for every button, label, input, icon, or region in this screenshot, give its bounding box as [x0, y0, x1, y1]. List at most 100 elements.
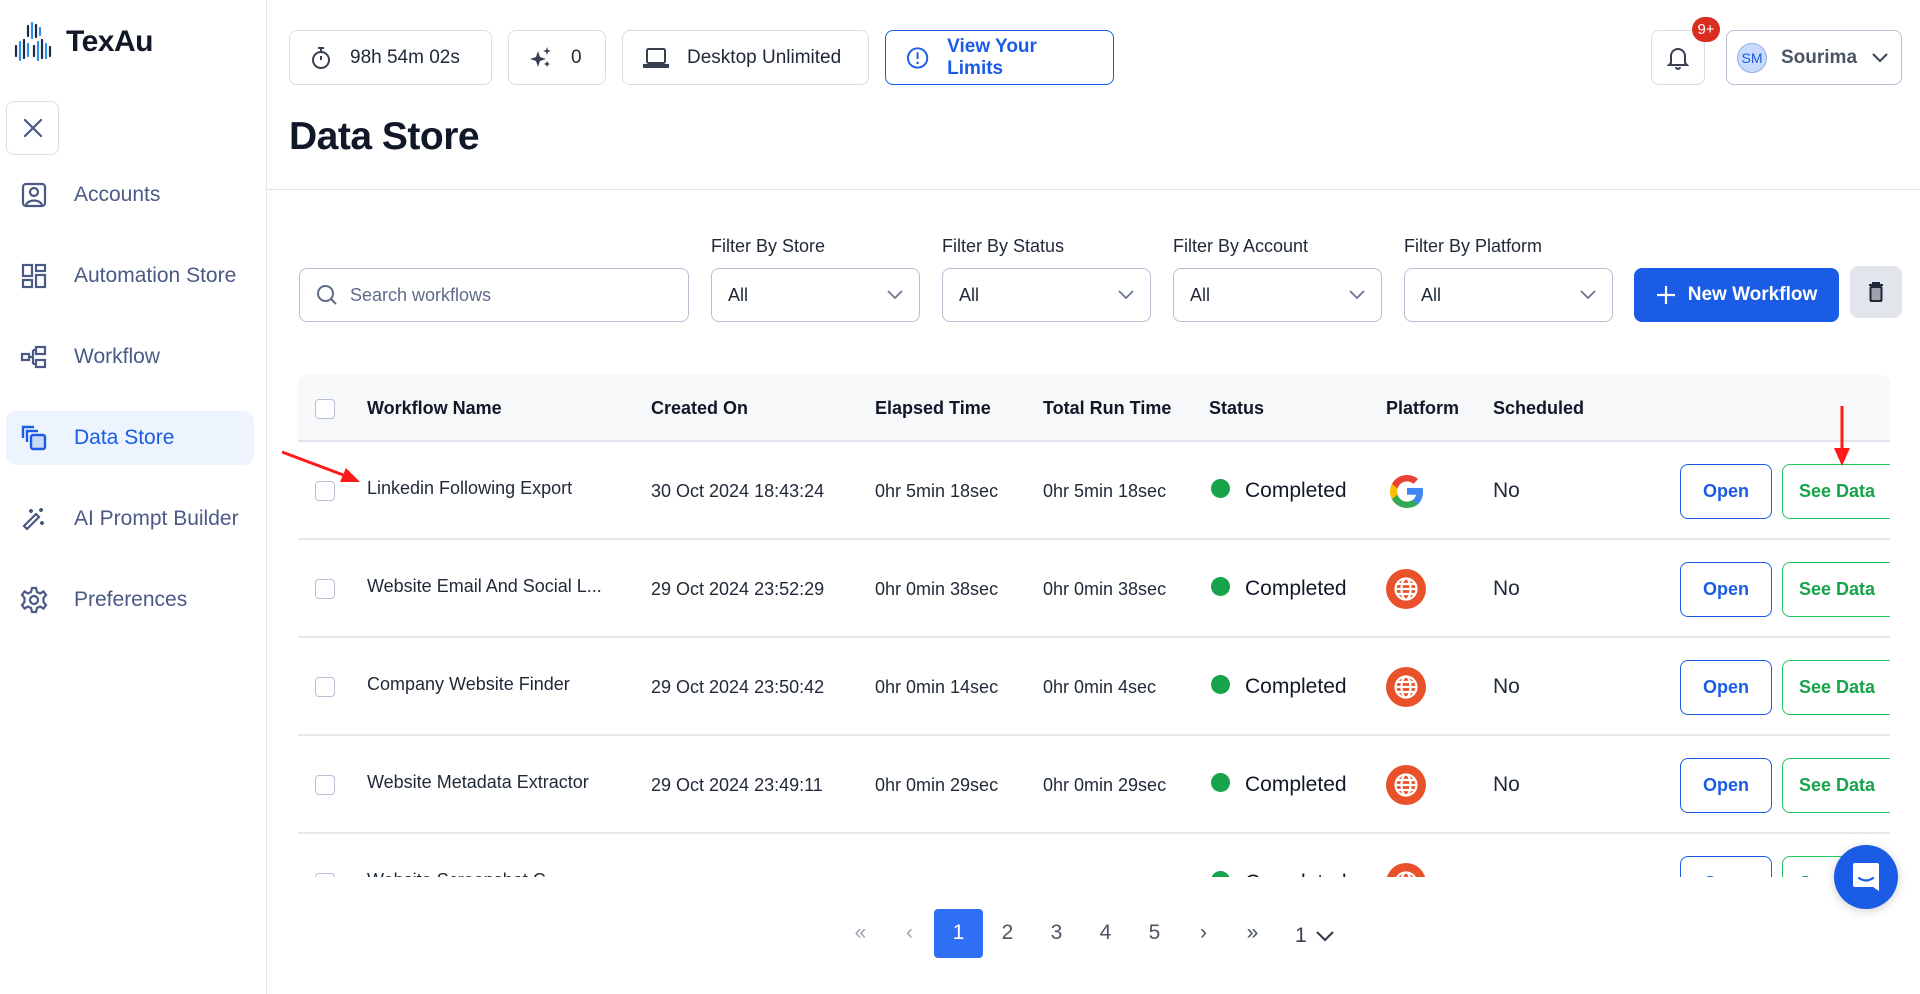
user-name: Sourima	[1781, 46, 1858, 68]
page-button-1[interactable]: 1	[934, 908, 983, 958]
sidebar-item-workflow[interactable]: Workflow	[6, 330, 254, 384]
column-header[interactable]: Workflow Name	[367, 375, 502, 442]
status-text: Completed	[1245, 577, 1347, 600]
info-circle-icon	[906, 46, 929, 69]
workflow-name[interactable]: Website Metadata Extractor	[367, 733, 589, 831]
plan-chip[interactable]: Desktop Unlimited	[622, 30, 869, 85]
chevron-down-icon	[1349, 290, 1365, 300]
new-workflow-label: New Workflow	[1687, 284, 1818, 305]
column-header[interactable]: Scheduled	[1493, 375, 1584, 442]
new-workflow-button[interactable]: New Workflow	[1634, 268, 1839, 322]
filter-status-select[interactable]: All	[942, 268, 1151, 322]
table-row[interactable]: Company Website Finder 29 Oct 2024 23:50:…	[298, 638, 1890, 736]
scheduled-value: No	[1493, 479, 1520, 502]
page-button-4[interactable]: 4	[1081, 909, 1130, 958]
last-page-button[interactable]: »	[1228, 909, 1277, 958]
chevron-down-icon	[1580, 290, 1596, 300]
row-checkbox[interactable]	[315, 579, 335, 599]
sidebar-item-accounts[interactable]: Accounts	[6, 168, 254, 222]
page-select-value: 1	[1295, 924, 1307, 947]
table-row[interactable]: Website Email And Social L... 29 Oct 2024…	[298, 540, 1890, 638]
chat-icon	[1853, 863, 1879, 891]
logo-text: TexAu	[66, 25, 153, 58]
see-data-button[interactable]: See Data	[1782, 660, 1890, 715]
stopwatch-icon	[312, 46, 330, 69]
page-button-3[interactable]: 3	[1032, 909, 1081, 958]
row-checkbox[interactable]	[315, 873, 335, 877]
platform-cell	[1386, 442, 1428, 540]
sidebar-item-data-store[interactable]: Data Store	[6, 411, 254, 465]
workflow-name[interactable]: Linkedin Following Export	[367, 439, 572, 537]
row-checkbox[interactable]	[315, 677, 335, 697]
total-run-time: 0hr 0min 38sec	[1043, 578, 1167, 599]
time-remaining-chip[interactable]: 98h 54m 02s	[289, 30, 492, 85]
delete-button[interactable]	[1850, 266, 1902, 318]
column-header[interactable]: Elapsed Time	[875, 375, 991, 442]
filter-account-select[interactable]: All	[1173, 268, 1382, 322]
user-menu[interactable]: SM Sourima	[1726, 30, 1902, 85]
filter-platform-select[interactable]: All	[1404, 268, 1613, 322]
search-field[interactable]	[299, 268, 689, 322]
page-select[interactable]: 1	[1295, 918, 1335, 948]
open-button[interactable]: Open	[1680, 856, 1772, 877]
google-icon	[1390, 475, 1423, 508]
column-header[interactable]: Total Run Time	[1043, 375, 1171, 442]
data-store-icon	[21, 425, 47, 451]
see-data-button[interactable]: See Data	[1782, 464, 1890, 519]
sidebar-item-ai-prompt-builder[interactable]: AI Prompt Builder	[6, 492, 254, 546]
column-header[interactable]: Created On	[651, 375, 748, 442]
chevron-down-icon	[887, 290, 903, 300]
row-checkbox[interactable]	[315, 481, 335, 501]
sidebar-item-automation-store[interactable]: Automation Store	[6, 249, 254, 303]
see-data-button[interactable]: See Data	[1782, 758, 1890, 813]
page-button-5[interactable]: 5	[1130, 909, 1179, 958]
status-text: Completed	[1245, 773, 1347, 796]
column-header[interactable]: Platform	[1386, 375, 1459, 442]
filter-store-select[interactable]: All	[711, 268, 920, 322]
sidebar-item-preferences[interactable]: Preferences	[6, 573, 254, 627]
row-checkbox[interactable]	[315, 775, 335, 795]
sidebar-item-label: Workflow	[74, 345, 160, 368]
time-remaining-value: 98h 54m 02s	[350, 46, 460, 68]
open-button[interactable]: Open	[1680, 562, 1772, 617]
status-dot-icon	[1211, 772, 1230, 792]
first-page-button[interactable]: «	[836, 909, 885, 958]
prev-page-button[interactable]: ‹	[885, 909, 934, 958]
plan-label: Desktop Unlimited	[687, 46, 842, 68]
table-row[interactable]: Website Screenshot C...CompletedOpenSee …	[298, 834, 1890, 877]
next-page-button[interactable]: ›	[1179, 909, 1228, 958]
total-run-time: 0hr 5min 18sec	[1043, 480, 1167, 501]
status-text: Completed	[1245, 479, 1347, 502]
table-row[interactable]: Website Metadata Extractor 29 Oct 2024 23…	[298, 736, 1890, 834]
search-icon	[317, 285, 337, 305]
page-button-2[interactable]: 2	[983, 909, 1032, 958]
column-header[interactable]: Status	[1209, 375, 1264, 442]
select-all-checkbox[interactable]	[315, 398, 335, 419]
logo[interactable]: TexAu	[12, 20, 153, 64]
workflow-name[interactable]: Company Website Finder	[367, 635, 570, 733]
view-limits-button[interactable]: View Your Limits	[885, 30, 1114, 85]
workflow-name[interactable]: Website Email And Social L...	[367, 537, 602, 635]
globe-icon	[1386, 667, 1426, 707]
table-row[interactable]: Linkedin Following Export 30 Oct 2024 18:…	[298, 442, 1890, 540]
status-badge: Completed	[1211, 638, 1347, 736]
filter-store-value: All	[728, 284, 749, 305]
close-sidebar-button[interactable]	[6, 101, 59, 155]
platform-cell	[1386, 834, 1426, 877]
status-badge: Completed	[1211, 442, 1347, 540]
search-input[interactable]	[350, 284, 670, 306]
open-button[interactable]: Open	[1680, 758, 1772, 813]
created-on: 29 Oct 2024 23:50:42	[651, 676, 825, 697]
filter-account-label: Filter By Account	[1173, 236, 1309, 256]
open-button[interactable]: Open	[1680, 464, 1772, 519]
filter-platform-value: All	[1421, 284, 1442, 305]
open-button[interactable]: Open	[1680, 660, 1772, 715]
see-data-button[interactable]: See Data	[1782, 562, 1890, 617]
chat-support-button[interactable]	[1834, 845, 1898, 909]
sparkles-icon	[530, 46, 551, 67]
filter-status-value: All	[959, 284, 980, 305]
credits-chip[interactable]: 0	[508, 30, 606, 85]
workflow-name[interactable]: Website Screenshot C...	[367, 831, 561, 878]
created-on: 29 Oct 2024 23:49:11	[651, 774, 823, 795]
globe-icon	[1386, 765, 1426, 805]
